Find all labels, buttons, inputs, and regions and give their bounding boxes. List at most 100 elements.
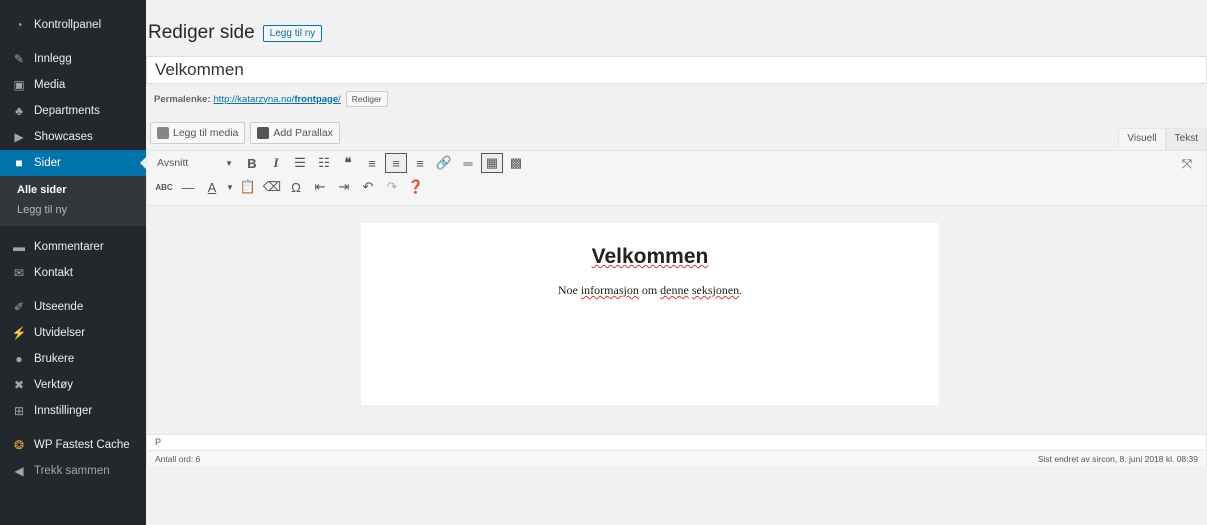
sidebar-item-comments[interactable]: ▬ Kommentarer — [0, 234, 146, 260]
email-icon: ✉ — [13, 266, 25, 280]
sidebar-item-label: Innstillinger — [34, 405, 93, 417]
sidebar-item-label: Brukere — [34, 353, 75, 365]
sidebar-item-label: Innlegg — [34, 53, 72, 65]
image-icon — [257, 127, 270, 139]
undo-button[interactable]: ↶ — [357, 177, 379, 197]
comment-icon: ▬ — [13, 240, 25, 254]
misspelled-word[interactable]: denne — [660, 283, 689, 297]
editor-tabs: Visuell Tekst — [1118, 128, 1207, 150]
text-fragment: . — [739, 283, 743, 297]
permalink-url-suffix: / — [338, 93, 341, 105]
sidebar-item-label: Trekk sammen — [34, 465, 110, 477]
sidebar-item-pages[interactable]: ■ Sider — [0, 150, 146, 176]
align-right-button[interactable]: ≡ — [409, 153, 431, 173]
bullet-list-button[interactable]: ☰ — [289, 153, 311, 173]
add-new-button[interactable]: Legg til ny — [262, 24, 323, 42]
sidebar-item-departments[interactable]: ♣ Departments — [0, 98, 146, 124]
permalink-slug: frontpage — [294, 93, 339, 105]
document-paragraph: Noe informasjon om denne seksjonen. — [361, 283, 939, 298]
pin-icon: ✎ — [13, 52, 25, 66]
tab-visual[interactable]: Visuell — [1118, 128, 1166, 150]
clear-formatting-button[interactable]: ⌫ — [261, 177, 283, 197]
redo-button[interactable]: ↷ — [381, 177, 403, 197]
editor-content-area[interactable]: Velkommen Noe informasjon om denne seksj… — [147, 205, 1206, 434]
text-color-button[interactable]: A — [201, 177, 223, 197]
bold-button[interactable]: B — [241, 153, 263, 173]
blockquote-button[interactable]: ❝ — [337, 153, 359, 173]
post-title-input[interactable]: Velkommen — [146, 56, 1207, 84]
plugin-icon: ⚡ — [11, 326, 27, 340]
sidebar-item-users[interactable]: ● Brukere — [0, 346, 146, 372]
video-icon: ▶ — [14, 130, 24, 144]
help-icon[interactable]: ❓ — [405, 177, 427, 197]
media-icon — [157, 127, 169, 139]
fullscreen-icon[interactable]: ⤧ — [1176, 154, 1198, 174]
sidebar-item-label: Verktøy — [34, 379, 73, 391]
collapse-menu-button[interactable]: ◀ Trekk sammen — [0, 458, 146, 484]
paste-text-button[interactable]: 📋 — [237, 177, 259, 197]
sidebar-item-showcases[interactable]: ▶ Showcases — [0, 124, 146, 150]
editor: Avsnitt ▼ B I ☰ ☷ ❝ ≡ ≡ ≡ 🔗 ═ ▦ ▩ ⤧ ABC … — [146, 150, 1207, 466]
sidebar-item-contact[interactable]: ✉ Kontakt — [0, 260, 146, 286]
outdent-button[interactable]: ⇤ — [309, 177, 331, 197]
permalink-row: Permalenke: http://katarzyna.no/frontpag… — [154, 91, 388, 107]
horizontal-line-button[interactable]: — — [177, 177, 199, 197]
element-path: P — [147, 434, 1206, 450]
brush-icon: ✐ — [13, 300, 25, 314]
sidebar-item-settings[interactable]: ⊞ Innstillinger — [0, 398, 146, 424]
sidebar-item-plugins[interactable]: ⚡ Utvidelser — [0, 320, 146, 346]
users-icon: ● — [15, 352, 23, 366]
sidebar-item-wp-fastest-cache[interactable]: ❂ WP Fastest Cache — [0, 432, 146, 458]
sidebar-item-label: WP Fastest Cache — [34, 439, 130, 451]
sidebar-item-appearance[interactable]: ✐ Utseende — [0, 294, 146, 320]
tab-text[interactable]: Tekst — [1165, 128, 1207, 150]
sidebar-item-media[interactable]: ▣ Media — [0, 72, 146, 98]
format-select[interactable]: Avsnitt ▼ — [153, 154, 237, 172]
wrench-icon: ✖ — [13, 378, 25, 392]
sidebar-item-posts[interactable]: ✎ Innlegg — [0, 46, 146, 72]
sidebar-item-label: Kontakt — [34, 267, 73, 279]
cheetah-icon: ❂ — [13, 438, 25, 452]
indent-button[interactable]: ⇥ — [333, 177, 355, 197]
page-title: Rediger side — [148, 22, 255, 43]
misspelled-word[interactable]: informasjon — [581, 283, 639, 297]
sidebar-item-label: Media — [34, 79, 66, 91]
add-parallax-button[interactable]: Add Parallax — [250, 122, 340, 144]
groups-icon: ♣ — [15, 104, 23, 118]
sidebar-item-label: Kommentarer — [34, 241, 104, 253]
sidebar-item-label: Kontrollpanel — [34, 19, 102, 31]
link-button[interactable]: 🔗 — [433, 153, 455, 173]
toolbar-row-2: ABC — A ▼ 📋 ⌫ Ω ⇤ ⇥ ↶ ↷ ❓ — [147, 175, 1206, 199]
collapse-icon: ◀ — [14, 464, 24, 478]
strikethrough-button[interactable]: ABC — [153, 177, 175, 197]
document-body[interactable]: Velkommen Noe informasjon om denne seksj… — [361, 223, 939, 405]
format-select-value: Avsnitt — [157, 157, 189, 169]
align-left-button[interactable]: ≡ — [361, 153, 383, 173]
document-heading: Velkommen — [591, 245, 709, 268]
sidebar-item-dashboard[interactable]: ◔ Kontrollpanel — [0, 12, 146, 38]
sidebar-item-label: Utvidelser — [34, 327, 86, 339]
sidebar-item-label: Departments — [34, 105, 100, 117]
edit-permalink-button[interactable]: Rediger — [345, 91, 388, 107]
toolbar-toggle-button[interactable]: ▦ — [481, 153, 503, 173]
sidebar-item-tools[interactable]: ✖ Verktøy — [0, 372, 146, 398]
permalink-link[interactable]: http://katarzyna.no/frontpage/ — [214, 94, 341, 105]
misspelled-word[interactable]: seksjonen — [692, 283, 739, 297]
read-more-button[interactable]: ═ — [457, 153, 479, 173]
submenu-add-new[interactable]: Legg til ny — [0, 200, 146, 220]
admin-sidebar: ◔ Kontrollpanel ✎ Innlegg ▣ Media ♣ Depa… — [0, 0, 146, 525]
text-color-chevron-icon[interactable]: ▼ — [225, 177, 235, 197]
grid-button[interactable]: ▩ — [505, 153, 527, 173]
submenu-all-pages[interactable]: Alle sider — [0, 180, 146, 200]
settings-icon: ⊞ — [13, 404, 25, 418]
text-fragment: om — [638, 283, 661, 297]
page-icon: ■ — [15, 156, 23, 170]
add-media-button[interactable]: Legg til media — [150, 122, 246, 144]
permalink-label: Permalenke: — [154, 93, 211, 105]
special-character-button[interactable]: Ω — [285, 177, 307, 197]
align-center-button[interactable]: ≡ — [385, 153, 407, 173]
numbered-list-button[interactable]: ☷ — [313, 153, 335, 173]
add-media-label: Legg til media — [173, 127, 239, 139]
sidebar-item-label: Utseende — [34, 301, 84, 313]
italic-button[interactable]: I — [265, 153, 287, 173]
